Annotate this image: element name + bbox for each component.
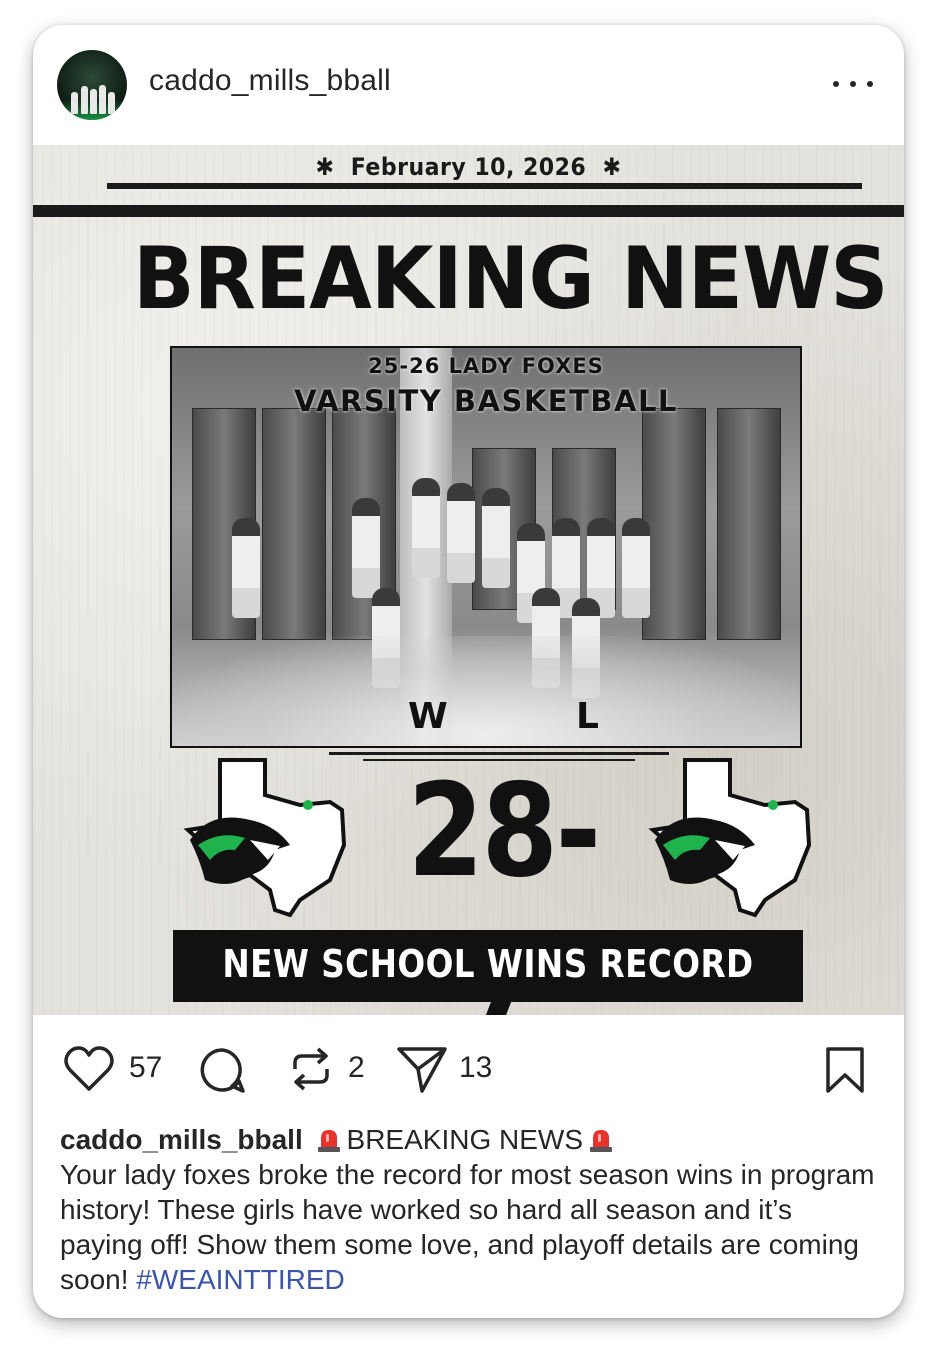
caption-headline: BREAKING NEWS [346, 1124, 584, 1155]
avatar-figure [90, 89, 97, 114]
caption-username[interactable]: caddo_mills_bball [60, 1124, 303, 1155]
reposts-count[interactable]: 2 [348, 1051, 365, 1085]
police-light-icon [317, 1130, 340, 1152]
texas-fox-logo-left [183, 758, 347, 918]
likes-count[interactable]: 57 [129, 1051, 162, 1085]
more-options-icon[interactable] [833, 71, 873, 97]
asterisk-icon: ✱ [315, 153, 335, 181]
post-image[interactable]: ✱ February 10, 2026 ✱ BREAKING NEWS 25-2… [33, 145, 904, 1015]
post-header: caddo_mills_bball [33, 25, 904, 145]
repost-icon[interactable] [285, 1043, 337, 1095]
avatar-figure [71, 92, 78, 114]
player [232, 518, 260, 618]
losses-label: L [576, 696, 599, 737]
texas-fox-logo-right [648, 758, 812, 918]
player [352, 498, 380, 598]
shares-count[interactable]: 13 [459, 1051, 492, 1085]
locker [717, 408, 781, 640]
player [622, 518, 650, 618]
post-username[interactable]: caddo_mills_bball [149, 64, 391, 98]
post-caption: caddo_mills_bball BREAKING NEWS Your lad… [60, 1122, 880, 1297]
asterisk-icon: ✱ [602, 153, 622, 181]
post-actions: 57 2 13 [33, 1035, 904, 1105]
avatar[interactable] [57, 50, 127, 120]
avatar-figure [81, 86, 88, 114]
share-icon[interactable] [395, 1043, 449, 1095]
locker [262, 408, 326, 640]
police-light-icon [590, 1130, 613, 1152]
divider [107, 183, 862, 189]
avatar-figure [108, 92, 115, 114]
avatar-figure [99, 85, 106, 114]
divider [329, 752, 669, 755]
poster-headline: BREAKING NEWS [133, 229, 889, 329]
record-banner: NEW SCHOOL WINS RECORD [173, 930, 803, 1002]
player [447, 483, 475, 583]
post-card: caddo_mills_bball ✱ February 10, 2026 ✱ … [33, 25, 904, 1318]
hashtag-link[interactable]: #WEAINTTIRED [136, 1264, 344, 1295]
player [412, 478, 440, 578]
photo-title-1: 25-26 LADY FOXES [368, 354, 604, 378]
divider [33, 205, 904, 217]
player [482, 488, 510, 588]
bookmark-icon[interactable] [823, 1045, 867, 1095]
locker [642, 408, 706, 640]
comment-icon[interactable] [197, 1045, 247, 1095]
wins-label: W [408, 696, 448, 737]
fog [172, 636, 800, 746]
team-photo: 25-26 LADY FOXES VARSITY BASKETBALL W L [170, 346, 802, 748]
poster-date-text: February 10, 2026 [350, 153, 587, 181]
poster-date: ✱ February 10, 2026 ✱ [68, 153, 869, 181]
record-banner-text: NEW SCHOOL WINS RECORD [222, 942, 754, 986]
photo-title-2: VARSITY BASKETBALL [294, 384, 678, 418]
heart-icon[interactable] [63, 1045, 115, 1093]
